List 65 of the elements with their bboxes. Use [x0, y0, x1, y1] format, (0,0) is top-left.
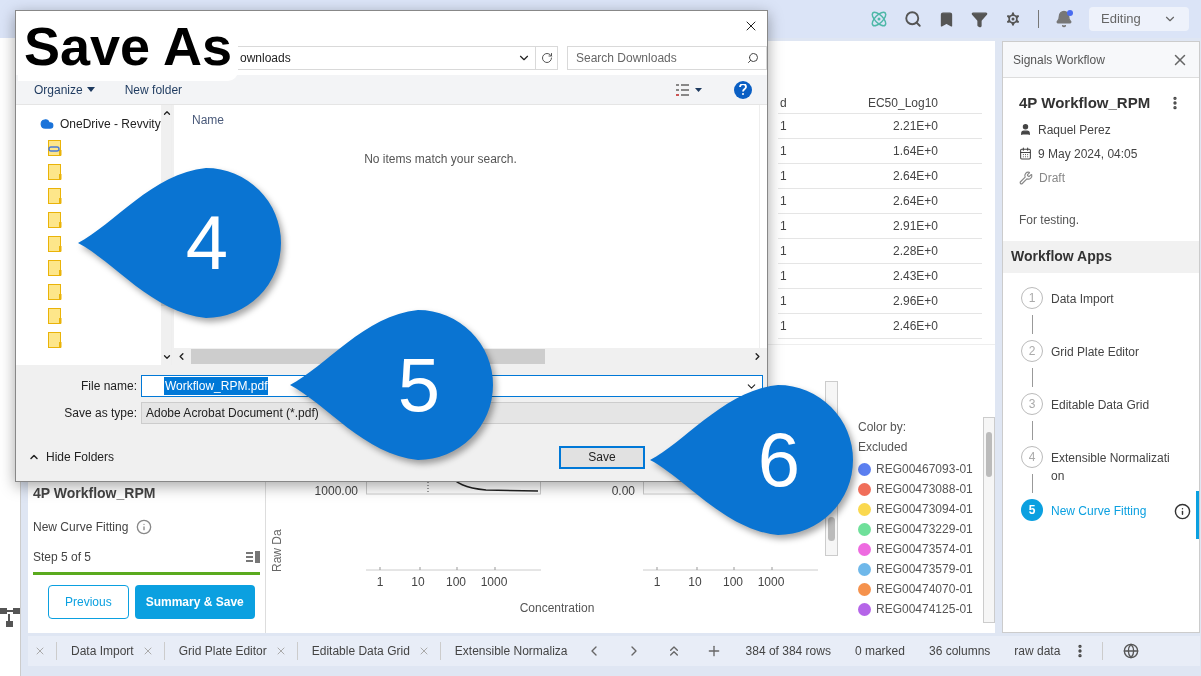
status-text: 384 of 384 rows	[745, 643, 831, 660]
axis-tick: 100	[445, 574, 467, 591]
field-label: File name:	[79, 378, 137, 395]
legend-label: REG00474070-01	[876, 581, 973, 598]
app-name: New Curve Fitting	[33, 519, 129, 536]
column-header: EC50_Log10	[866, 95, 938, 112]
table-cell-text: 2.43E+0	[891, 268, 938, 285]
table-cell-text: 1	[779, 293, 788, 310]
axis-tick: 1000	[479, 574, 509, 591]
legend-subtitle: Excluded	[858, 439, 909, 456]
axis-tick: 1	[652, 574, 662, 591]
table-cell-text: 1	[779, 168, 788, 185]
empty-message: No items match your search.	[364, 151, 517, 168]
axis-tick: 1000.00	[314, 484, 358, 498]
column-header: d	[779, 95, 788, 112]
axis-tick: 10	[410, 574, 426, 591]
table-cell-text: 1	[779, 143, 788, 160]
table-cell-text: 2.96E+0	[891, 293, 938, 310]
callout-number: 6	[756, 418, 802, 502]
step-number: 5	[1021, 498, 1043, 521]
legend-label: REG00473088-01	[876, 481, 973, 498]
table-cell-text: 2.64E+0	[891, 168, 938, 185]
field-label: Save as type:	[63, 405, 137, 422]
table-cell-text: 1	[779, 243, 788, 260]
status-text: Draft	[1039, 169, 1065, 187]
dialog-heading: Save As	[24, 16, 233, 76]
author-name: Raquel Perez	[1038, 121, 1111, 139]
legend-label: REG00473094-01	[876, 501, 973, 518]
table-cell-text: 2.91E+0	[891, 218, 938, 235]
axis-tick: 10	[687, 574, 703, 591]
section-heading: Workflow Apps	[1011, 247, 1113, 266]
table-cell-text: 1	[779, 193, 788, 210]
table-cell-text: 2.64E+0	[891, 193, 938, 210]
table-cell-text: 1	[779, 268, 788, 285]
step-counter: Step 5 of 5	[33, 549, 92, 566]
callout-number: 5	[396, 343, 442, 427]
panel-title: Signals Workflow	[1013, 51, 1105, 69]
legend-label: REG00473579-01	[876, 561, 973, 578]
column-header: Name	[192, 112, 225, 129]
status-text: 36 columns	[928, 643, 991, 660]
workflow-title: 4P Workflow_RPM	[1019, 93, 1151, 113]
axis-tick: 0.00	[611, 484, 635, 498]
axis-tick: 1	[375, 574, 385, 591]
status-text: raw data	[1014, 643, 1061, 660]
table-cell-text: 2.46E+0	[891, 318, 938, 335]
table-cell-text: 1	[779, 218, 788, 235]
table-cell-text: 1	[779, 118, 788, 135]
table-cell-text: 2.21E+0	[891, 118, 938, 135]
table-cell-text: 1	[779, 318, 788, 335]
legend-label: REG00467093-01	[876, 461, 973, 478]
description-text: For testing.	[1019, 211, 1081, 229]
card-title: 4P Workflow_RPM	[33, 484, 157, 503]
axis-tick: 100	[722, 574, 744, 591]
legend-label: REG00473229-01	[876, 521, 973, 538]
legend-label: REG00473574-01	[876, 541, 973, 558]
legend-label: REG00474125-01	[876, 601, 973, 618]
table-cell-text: 1.64E+0	[891, 143, 938, 160]
axis-label: Raw Da	[269, 528, 285, 572]
date-text: 9 May 2024, 04:05	[1038, 145, 1138, 163]
axis-label: Concentration	[519, 600, 595, 617]
axis-tick: 1000	[756, 574, 786, 591]
status-text: 0 marked	[854, 643, 905, 660]
callout-number: 4	[184, 201, 230, 285]
legend-title: Color by:	[858, 419, 908, 436]
table-cell-text: 2.28E+0	[891, 243, 938, 260]
